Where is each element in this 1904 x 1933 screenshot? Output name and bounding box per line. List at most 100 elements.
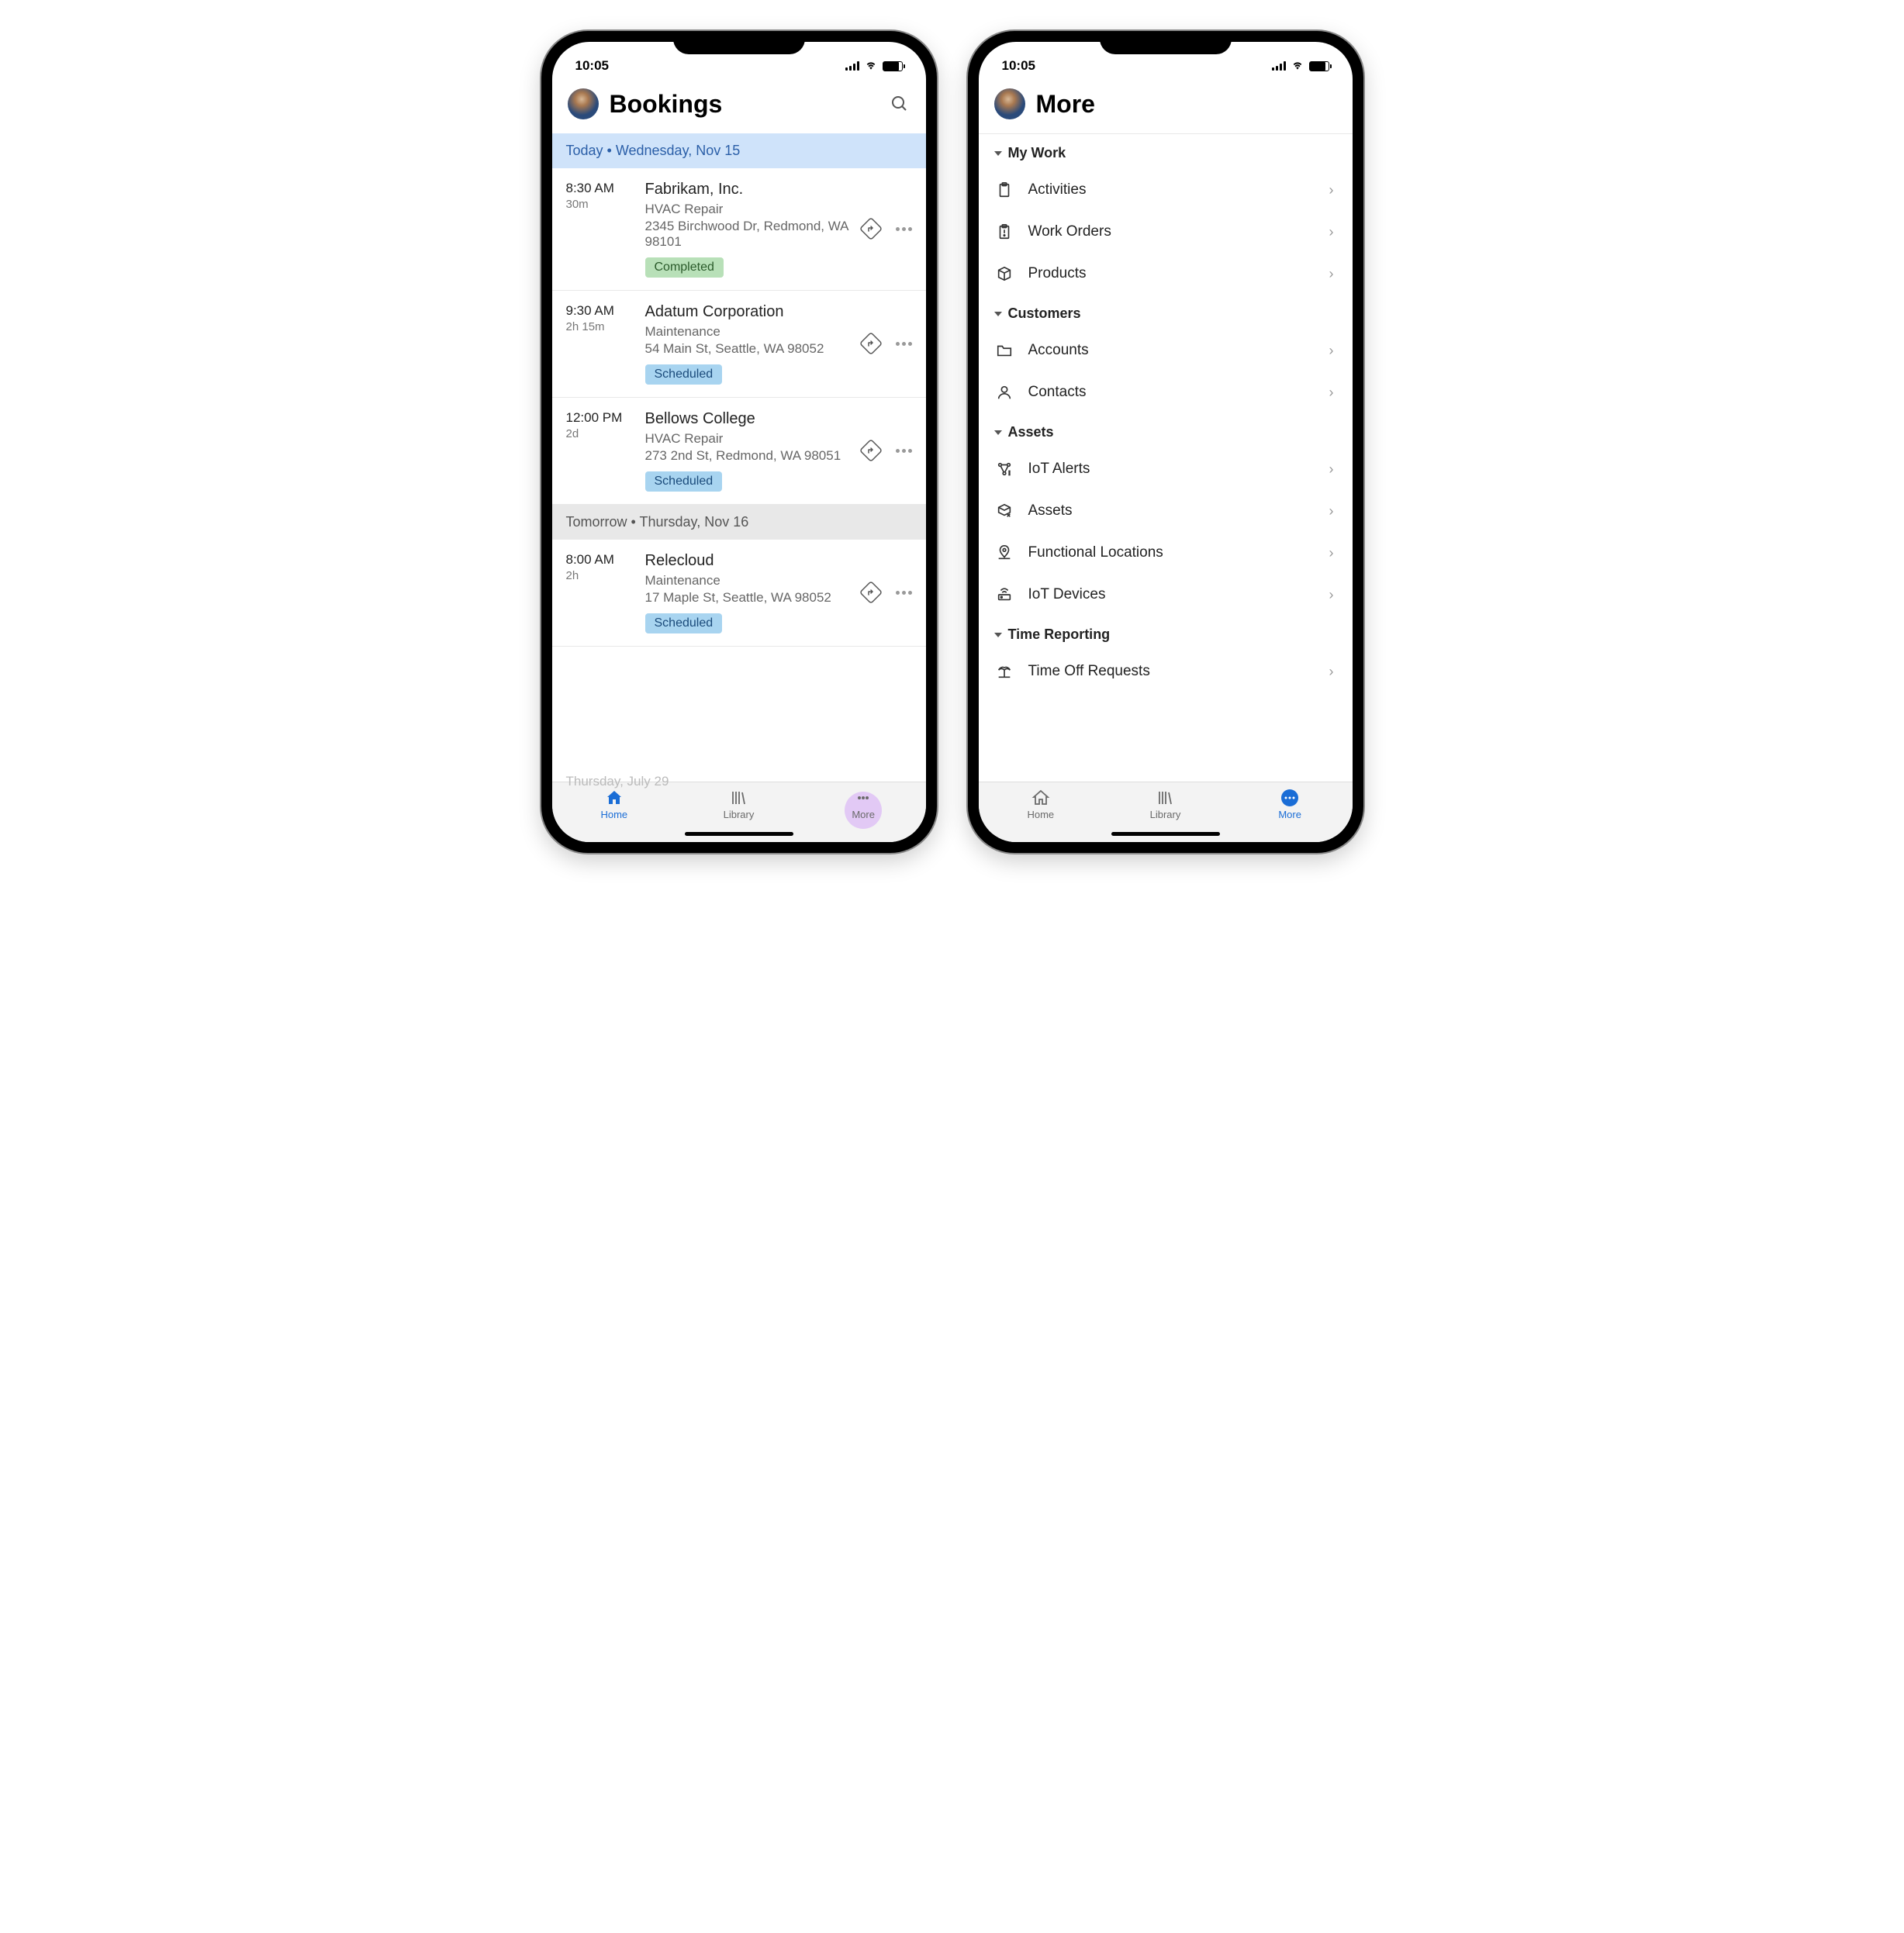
status-icons (1272, 60, 1329, 71)
status-icons (845, 60, 903, 71)
tab-more[interactable]: More (1255, 789, 1325, 820)
chevron-right-icon: › (1329, 385, 1334, 401)
tab-home[interactable]: Home (579, 789, 649, 820)
battery-icon (1309, 61, 1329, 71)
more-icon (1279, 789, 1301, 807)
more-button[interactable] (896, 591, 912, 595)
section-header[interactable]: Customers (979, 295, 1353, 330)
library-icon (727, 789, 749, 807)
duration: 30m (566, 198, 638, 211)
tab-home[interactable]: Home (1006, 789, 1076, 820)
menu-item-products[interactable]: Products › (979, 253, 1353, 295)
booking-body: Fabrikam, Inc. HVAC Repair 2345 Birchwoo… (645, 181, 851, 278)
home-indicator[interactable] (1111, 832, 1220, 836)
more-icon (852, 789, 874, 807)
directions-icon (859, 331, 883, 356)
phone-more: 10:05 More My Work Activities › Work Ord… (968, 31, 1363, 853)
customer-name: Fabrikam, Inc. (645, 181, 851, 198)
booking-time: 9:30 AM 2h 15m (566, 303, 638, 333)
chevron-right-icon: › (1329, 461, 1334, 478)
menu-label: Products (1028, 265, 1315, 282)
home-icon (1030, 789, 1052, 807)
directions-icon (859, 216, 883, 241)
menu-label: IoT Devices (1028, 586, 1315, 603)
screen: 10:05 More My Work Activities › Work Ord… (979, 42, 1353, 842)
chevron-right-icon: › (1329, 664, 1334, 680)
directions-button[interactable] (859, 216, 885, 243)
menu-item-functional-locations[interactable]: Functional Locations › (979, 532, 1353, 574)
booking-actions (859, 216, 912, 243)
tab-bar: Home Library More (979, 782, 1353, 842)
chevron-right-icon: › (1329, 343, 1334, 359)
signal-icon (1272, 61, 1286, 71)
section-header[interactable]: My Work (979, 134, 1353, 169)
avatar[interactable] (994, 88, 1025, 119)
avatar[interactable] (568, 88, 599, 119)
section-header[interactable]: Assets (979, 413, 1353, 448)
chevron-down-icon (994, 312, 1002, 316)
status-badge: Scheduled (645, 364, 723, 385)
header: More (979, 81, 1353, 133)
signal-icon (845, 61, 859, 71)
duration: 2h 15m (566, 320, 638, 333)
booking-row[interactable]: 12:00 PM 2d Bellows College HVAC Repair … (552, 398, 926, 505)
booking-row[interactable]: 9:30 AM 2h 15m Adatum Corporation Mainte… (552, 291, 926, 398)
more-menu[interactable]: My Work Activities › Work Orders › Produ… (979, 133, 1353, 782)
directions-icon (859, 580, 883, 605)
booking-row[interactable]: 8:30 AM 30m Fabrikam, Inc. HVAC Repair 2… (552, 168, 926, 291)
bookings-list[interactable]: Today • Wednesday, Nov 15 8:30 AM 30m Fa… (552, 133, 926, 782)
menu-label: Contacts (1028, 384, 1315, 401)
vacation-icon (994, 661, 1014, 682)
service-type: Maintenance (645, 573, 851, 589)
menu-label: Activities (1028, 181, 1315, 198)
booking-row[interactable]: 8:00 AM 2h Relecloud Maintenance 17 Mapl… (552, 540, 926, 647)
home-indicator[interactable] (685, 832, 793, 836)
library-icon (1154, 789, 1176, 807)
router-icon (994, 585, 1014, 605)
menu-item-time-off-requests[interactable]: Time Off Requests › (979, 651, 1353, 692)
menu-label: Time Off Requests (1028, 663, 1315, 680)
menu-item-iot-alerts[interactable]: ! IoT Alerts › (979, 448, 1353, 490)
section-header[interactable]: Time Reporting (979, 616, 1353, 651)
more-button[interactable] (896, 342, 912, 346)
home-icon (603, 789, 625, 807)
more-button[interactable] (896, 449, 912, 453)
directions-button[interactable] (859, 331, 885, 357)
search-button[interactable] (889, 93, 911, 115)
tab-label: Home (600, 809, 627, 820)
status-badge: Scheduled (645, 471, 723, 492)
tab-label: Library (1150, 809, 1181, 820)
tab-library[interactable]: Library (1130, 789, 1200, 820)
page-title: More (1036, 90, 1337, 119)
more-button[interactable] (896, 227, 912, 231)
booking-actions (859, 331, 912, 357)
chevron-down-icon (994, 430, 1002, 435)
notch (673, 31, 805, 54)
chevron-right-icon: › (1329, 503, 1334, 519)
clipboard-alert-icon (994, 222, 1014, 242)
address: 54 Main St, Seattle, WA 98052 (645, 341, 851, 357)
tab-library[interactable]: Library (703, 789, 773, 820)
faded-date: Thursday, July 29 (566, 774, 669, 789)
folder-icon (994, 340, 1014, 361)
tab-label: Home (1027, 809, 1054, 820)
menu-item-accounts[interactable]: Accounts › (979, 330, 1353, 371)
customer-name: Relecloud (645, 552, 851, 570)
menu-item-iot-devices[interactable]: IoT Devices › (979, 574, 1353, 616)
menu-label: Functional Locations (1028, 544, 1315, 561)
chevron-right-icon: › (1329, 266, 1334, 282)
section-title: Customers (1008, 305, 1081, 322)
menu-item-assets[interactable]: Assets › (979, 490, 1353, 532)
menu-item-contacts[interactable]: Contacts › (979, 371, 1353, 413)
directions-button[interactable] (859, 580, 885, 606)
address: 273 2nd St, Redmond, WA 98051 (645, 448, 851, 464)
header: Bookings (552, 81, 926, 133)
menu-item-work-orders[interactable]: Work Orders › (979, 211, 1353, 253)
date-header: Tomorrow • Thursday, Nov 16 (552, 505, 926, 540)
start-time: 8:00 AM (566, 552, 638, 568)
directions-button[interactable] (859, 438, 885, 464)
menu-item-activities[interactable]: Activities › (979, 169, 1353, 211)
menu-label: Work Orders (1028, 223, 1315, 240)
tab-more[interactable]: More (828, 789, 898, 820)
directions-icon (859, 438, 883, 463)
